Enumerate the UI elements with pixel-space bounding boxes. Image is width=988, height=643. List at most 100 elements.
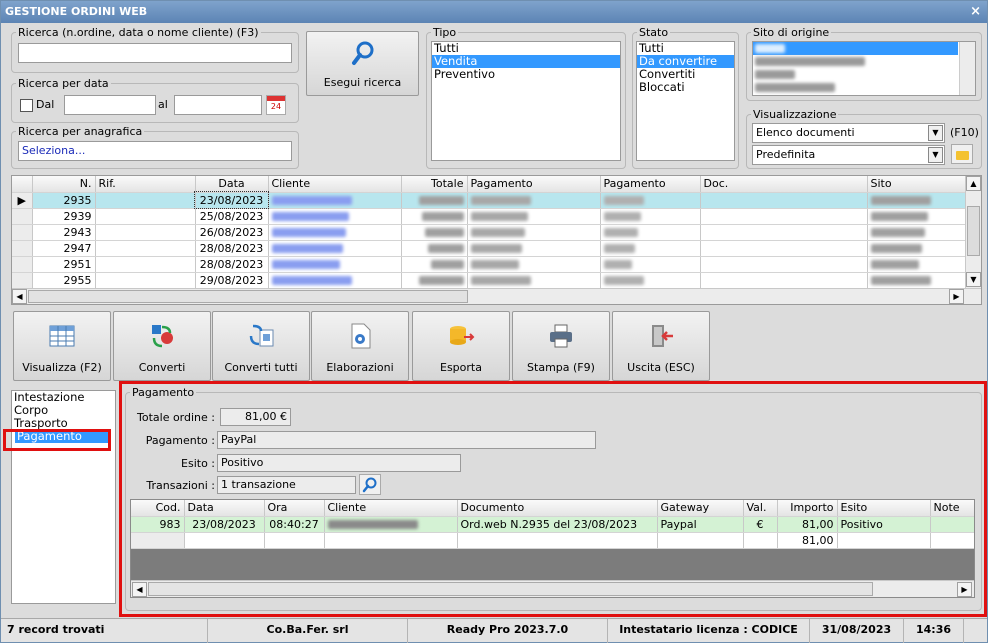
sito-item-selected[interactable] bbox=[753, 42, 958, 55]
payment-method-value: PayPal bbox=[217, 431, 596, 449]
tx-hscrollbar[interactable]: ◀ ▶ bbox=[131, 580, 974, 597]
table-row[interactable]: 2939 25/08/2023 bbox=[12, 208, 967, 225]
tx-gateway: Paypal bbox=[657, 516, 744, 533]
main-window: GESTIONE ORDINI WEB × Ricerca (n.ordine,… bbox=[0, 0, 988, 643]
scroll-left-icon[interactable]: ◀ bbox=[132, 582, 147, 597]
sito-item[interactable] bbox=[753, 68, 975, 81]
stato-item[interactable]: Bloccati bbox=[637, 81, 734, 94]
converti-tutti-button[interactable]: Converti tutti bbox=[212, 311, 310, 381]
tx-col-header[interactable]: Ora bbox=[264, 500, 325, 517]
orders-col-header[interactable]: Pagamento bbox=[467, 176, 601, 193]
date-checkbox[interactable] bbox=[20, 99, 33, 112]
tx-col-header[interactable]: Documento bbox=[457, 500, 658, 517]
order-number: 2955 bbox=[32, 272, 96, 289]
search-input[interactable] bbox=[18, 43, 292, 63]
orders-col-header[interactable] bbox=[12, 176, 33, 193]
orders-col-header[interactable]: Data bbox=[195, 176, 269, 193]
folder-icon[interactable] bbox=[951, 144, 973, 164]
sito-item[interactable] bbox=[753, 55, 975, 68]
orders-col-header[interactable]: Totale bbox=[401, 176, 468, 193]
toolbar-button-label: Stampa (F9) bbox=[527, 361, 595, 374]
tx-col-header[interactable]: Esito bbox=[837, 500, 931, 517]
table-row[interactable]: 2951 28/08/2023 bbox=[12, 256, 967, 273]
chevron-down-icon[interactable]: ▼ bbox=[928, 125, 943, 141]
anag-select[interactable]: Seleziona... bbox=[18, 141, 292, 161]
scroll-thumb[interactable] bbox=[28, 290, 468, 303]
tipo-listbox[interactable]: Tutti Vendita Preventivo bbox=[431, 41, 621, 161]
close-icon[interactable]: × bbox=[970, 1, 981, 23]
order-client bbox=[268, 256, 402, 273]
visualizza-f2-button[interactable]: Visualizza (F2) bbox=[13, 311, 111, 381]
tx-note bbox=[930, 516, 974, 533]
orders-col-header[interactable]: N. bbox=[32, 176, 96, 193]
tx-col-header[interactable]: Data bbox=[184, 500, 265, 517]
magnifier-icon bbox=[351, 41, 373, 65]
orders-col-header[interactable]: Pagamento bbox=[600, 176, 701, 193]
orders-col-header[interactable]: Doc. bbox=[700, 176, 868, 193]
order-payment-status bbox=[600, 224, 701, 241]
orders-col-header[interactable]: Cliente bbox=[268, 176, 402, 193]
scroll-left-icon[interactable]: ◀ bbox=[12, 289, 27, 304]
calendar-icon[interactable]: 24 bbox=[266, 95, 286, 115]
table-row[interactable]: 2955 29/08/2023 bbox=[12, 272, 967, 289]
stato-listbox[interactable]: Tutti Da convertire Convertiti Bloccati bbox=[636, 41, 735, 161]
tx-client bbox=[324, 516, 458, 533]
tx-col-header[interactable]: Cod. bbox=[131, 500, 185, 517]
tx-col-header[interactable]: Val. bbox=[743, 500, 778, 517]
view-preset-select[interactable]: Predefinita ▼ bbox=[752, 145, 945, 165]
tx-row[interactable]: 983 23/08/2023 08:40:27 Ord.web N.2935 d… bbox=[131, 516, 974, 533]
scroll-down-icon[interactable]: ▼ bbox=[966, 272, 981, 287]
uscita-esc-button[interactable]: Uscita (ESC) bbox=[612, 311, 710, 381]
orders-col-header[interactable]: Rif. bbox=[95, 176, 196, 193]
scroll-thumb[interactable] bbox=[148, 582, 873, 596]
payment-method-label: Pagamento : bbox=[145, 434, 215, 447]
table-row[interactable]: 2947 28/08/2023 bbox=[12, 240, 967, 257]
order-date: 23/08/2023 bbox=[194, 191, 269, 209]
table-row[interactable]: ▶ 2935 23/08/2023 bbox=[12, 191, 967, 209]
order-doc bbox=[700, 240, 868, 257]
magnifier-icon bbox=[362, 477, 377, 493]
order-total bbox=[401, 240, 468, 257]
order-date: 25/08/2023 bbox=[195, 208, 269, 225]
order-number: 2947 bbox=[32, 240, 96, 257]
orders-vscrollbar[interactable]: ▲ ▼ bbox=[965, 176, 981, 288]
scroll-right-icon[interactable]: ▶ bbox=[957, 582, 972, 597]
stampa-f9-button[interactable]: Stampa (F9) bbox=[512, 311, 610, 381]
row-marker bbox=[12, 224, 33, 241]
view-mode-select[interactable]: Elenco documenti ▼ bbox=[752, 123, 945, 143]
order-payment bbox=[467, 240, 601, 257]
date-from-field[interactable] bbox=[64, 95, 156, 115]
elaborazioni-button[interactable]: Elaborazioni bbox=[311, 311, 409, 381]
sections-listbox[interactable]: Intestazione Corpo Trasporto Pagamento bbox=[11, 390, 116, 604]
scroll-up-icon[interactable]: ▲ bbox=[966, 176, 981, 191]
status-bar: 7 record trovati Co.Ba.Fer. srl Ready Pr… bbox=[1, 618, 987, 643]
esporta-button[interactable]: Esporta bbox=[412, 311, 510, 381]
sito-scrollbar[interactable] bbox=[959, 42, 975, 95]
chevron-down-icon[interactable]: ▼ bbox=[928, 147, 943, 163]
tx-col-header[interactable]: Note bbox=[930, 500, 974, 517]
order-date: 29/08/2023 bbox=[195, 272, 269, 289]
orders-hscrollbar[interactable]: ◀ ▶ bbox=[12, 288, 981, 304]
search-button[interactable]: Esegui ricerca bbox=[306, 31, 419, 96]
order-site bbox=[867, 256, 967, 273]
scroll-right-icon[interactable]: ▶ bbox=[949, 289, 964, 304]
scroll-thumb[interactable] bbox=[967, 206, 980, 256]
order-number: 2939 bbox=[32, 208, 96, 225]
sito-listbox[interactable] bbox=[752, 41, 976, 96]
search-button-label: Esegui ricerca bbox=[323, 76, 402, 89]
order-site bbox=[867, 240, 967, 257]
table-row[interactable]: 2943 26/08/2023 bbox=[12, 224, 967, 241]
date-to-field[interactable] bbox=[174, 95, 262, 115]
order-site bbox=[867, 192, 967, 209]
tx-col-header[interactable]: Gateway bbox=[657, 500, 744, 517]
tipo-item[interactable]: Preventivo bbox=[432, 68, 620, 81]
status-version: Ready Pro 2023.7.0 bbox=[408, 619, 608, 643]
transactions-search-button[interactable] bbox=[359, 474, 381, 495]
sito-item[interactable] bbox=[753, 81, 975, 94]
tx-col-header[interactable]: Importo bbox=[777, 500, 838, 517]
converti-button[interactable]: Converti bbox=[113, 311, 211, 381]
tx-col-header[interactable]: Cliente bbox=[324, 500, 458, 517]
orders-col-header[interactable]: Sito bbox=[867, 176, 967, 193]
order-payment bbox=[467, 208, 601, 225]
transactions-grid: Cod. Data Ora Cliente Documento Gateway Val. Im… bbox=[130, 499, 975, 598]
